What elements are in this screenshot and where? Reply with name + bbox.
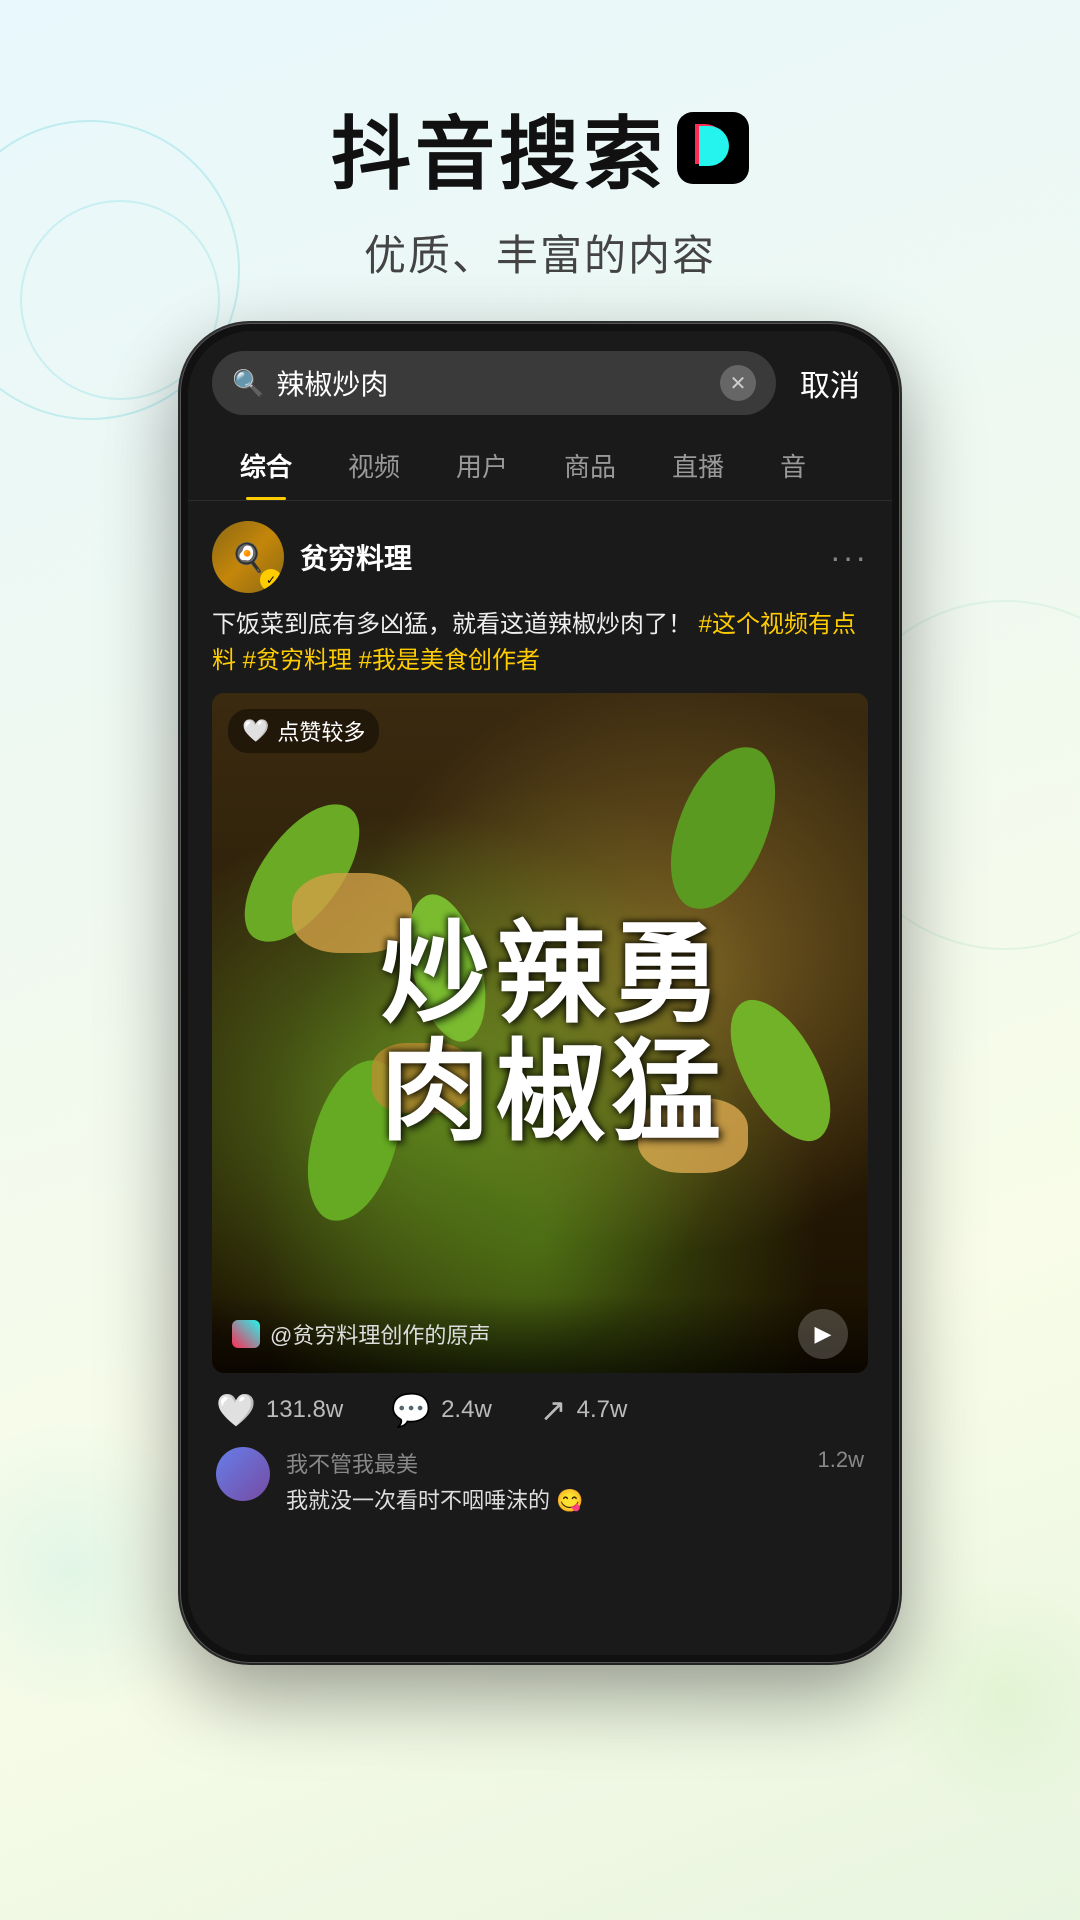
video-thumbnail[interactable]: 勇猛辣椒炒肉 🤍 点赞较多 @贫穷料理创作的原声 ▶ [212,693,868,1373]
shares-count: 4.7w [577,1396,628,1424]
comment-username[interactable]: 我不管我最美 [286,1447,802,1479]
search-bar-row: 🔍 辣椒炒肉 ✕ 取消 [188,331,892,431]
tiktok-audio-icon [232,1320,260,1348]
tab-live[interactable]: 直播 [644,431,752,500]
share-button[interactable]: ↗ 4.7w [540,1391,628,1429]
comment-preview: 我不管我最美 我就没一次看时不咽唾沫的 😋 1.2w [212,1447,868,1525]
tiktok-logo-icon [677,112,749,184]
main-title-container: 抖音搜索 [0,90,1080,206]
clear-search-icon[interactable]: ✕ [720,365,756,401]
tab-audio[interactable]: 音 [752,431,834,500]
phone-inner: 🔍 辣椒炒肉 ✕ 取消 综合 视频 用户 商品 [188,331,892,1655]
tab-goods[interactable]: 商品 [536,431,644,500]
phone-wrapper: 🔍 辣椒炒肉 ✕ 取消 综合 视频 用户 商品 [0,323,1080,1663]
search-box[interactable]: 🔍 辣椒炒肉 ✕ [212,351,776,415]
tab-video[interactable]: 视频 [320,431,428,500]
tabs-row: 综合 视频 用户 商品 直播 音 [188,431,892,501]
interaction-bar: 🤍 131.8w 💬 2.4w ↗ 4.7w [212,1373,868,1447]
verified-badge: ✓ [260,569,282,591]
search-icon: 🔍 [232,368,264,399]
video-text-overlay: 勇猛辣椒炒肉 [212,693,868,1373]
likes-count: 131.8w [266,1396,343,1424]
tab-user[interactable]: 用户 [428,431,536,500]
share-icon: ↗ [540,1391,567,1429]
heart-icon-small: 🤍 [242,718,269,744]
comments-button[interactable]: 💬 2.4w [391,1391,492,1429]
more-options-icon[interactable]: ··· [830,539,868,576]
heart-icon: 🤍 [216,1391,256,1429]
likes-badge-text: 点赞较多 [277,715,365,747]
audio-text: @贫穷料理创作的原声 [270,1318,490,1350]
comment-content: 我不管我最美 我就没一次看时不咽唾沫的 😋 [286,1447,802,1515]
cancel-button[interactable]: 取消 [792,361,868,405]
phone-frame: 🔍 辣椒炒肉 ✕ 取消 综合 视频 用户 商品 [180,323,900,1663]
comments-count: 2.4w [441,1396,492,1424]
tab-comprehensive[interactable]: 综合 [212,431,320,500]
comment-likes: 1.2w [818,1447,864,1473]
video-calligraphy-title: 勇猛辣椒炒肉 [367,915,714,1151]
author-avatar[interactable]: 🍳 ✓ [212,521,284,593]
audio-info: @贫穷料理创作的原声 [232,1318,490,1350]
likes-badge: 🤍 点赞较多 [228,709,379,753]
comment-icon: 💬 [391,1391,431,1429]
post-text: 下饭菜到底有多凶猛，就看这道辣椒炒肉了！ #这个视频有点料 #贫穷料理 #我是美… [212,607,868,679]
main-title-text: 抖音搜索 [331,90,667,206]
header-section: 抖音搜索 优质、丰富的内容 [0,0,1080,323]
comment-text: 我就没一次看时不咽唾沫的 😋 [286,1483,802,1515]
content-area: 🍳 ✓ 贫穷料理 ··· 下饭菜到底有多凶猛，就看这道辣椒炒肉了！ #这个视频有… [188,501,892,1525]
search-query-text: 辣椒炒肉 [276,363,708,403]
subtitle-text: 优质、丰富的内容 [0,222,1080,283]
video-bottom-bar: @贫穷料理创作的原声 ▶ [212,1295,868,1373]
author-username[interactable]: 贫穷料理 [300,537,830,577]
user-card: 🍳 ✓ 贫穷料理 ··· [212,521,868,593]
comment-avatar [216,1447,270,1501]
play-button[interactable]: ▶ [798,1309,848,1359]
likes-button[interactable]: 🤍 131.8w [216,1391,343,1429]
post-main-text: 下饭菜到底有多凶猛，就看这道辣椒炒肉了！ [212,611,692,638]
